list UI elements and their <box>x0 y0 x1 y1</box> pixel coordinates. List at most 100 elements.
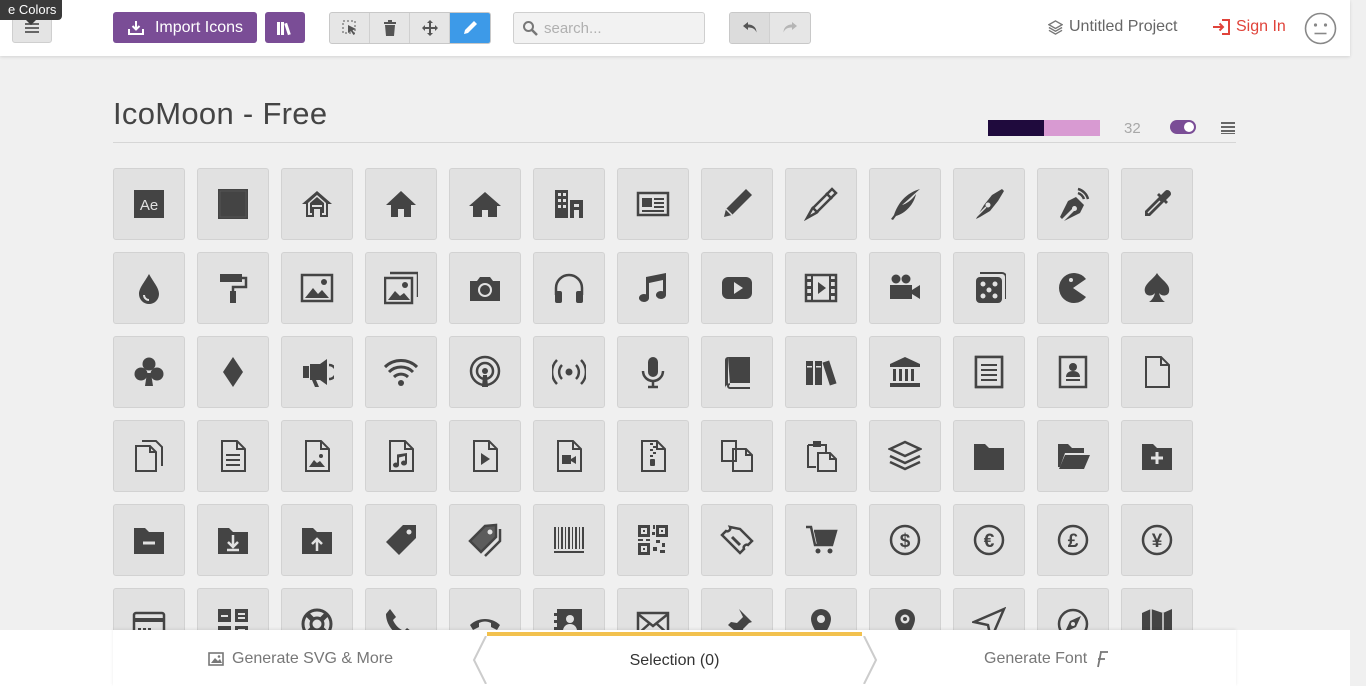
icon-cell[interactable] <box>701 504 773 576</box>
icon-cell[interactable] <box>449 504 521 576</box>
diamonds-icon <box>223 357 243 387</box>
icon-cell[interactable] <box>365 420 437 492</box>
select-tool-button[interactable] <box>330 13 370 43</box>
pencil2-icon <box>804 187 838 221</box>
icon-cell[interactable]: ¥ <box>1121 504 1193 576</box>
library-icon <box>890 357 920 387</box>
redo-button[interactable] <box>770 13 810 43</box>
adobe-ae-icon: Ae <box>134 190 164 218</box>
color-swatch-dark[interactable] <box>988 120 1044 136</box>
icon-cell[interactable] <box>1037 336 1109 408</box>
icon-cell[interactable] <box>365 336 437 408</box>
sign-in-link[interactable]: Sign In <box>1212 18 1286 36</box>
delete-tool-button[interactable] <box>370 13 410 43</box>
generate-svg-label: Generate SVG & More <box>232 650 393 667</box>
icon-cell[interactable] <box>785 504 857 576</box>
icon-cell[interactable] <box>281 252 353 324</box>
edit-tool-button[interactable] <box>450 13 490 43</box>
selection-tab[interactable]: Selection (0) <box>487 632 862 686</box>
icon-cell[interactable]: £ <box>1037 504 1109 576</box>
move-icon <box>421 20 438 36</box>
search-input[interactable] <box>544 19 694 37</box>
icon-cell[interactable] <box>617 420 689 492</box>
file-music-icon <box>389 440 414 472</box>
icon-cell[interactable] <box>701 168 773 240</box>
icon-cell[interactable] <box>449 336 521 408</box>
icon-cell[interactable] <box>869 168 941 240</box>
icon-cell[interactable] <box>281 168 353 240</box>
icon-cell[interactable] <box>953 420 1025 492</box>
icon-cell[interactable] <box>953 252 1025 324</box>
icon-cell[interactable] <box>701 336 773 408</box>
icon-cell[interactable] <box>197 336 269 408</box>
icon-cell[interactable] <box>869 420 941 492</box>
icon-cell[interactable] <box>281 504 353 576</box>
file-zip-icon <box>641 440 666 472</box>
icon-cell[interactable] <box>113 336 185 408</box>
generate-svg-button[interactable]: Generate SVG & More <box>208 650 393 668</box>
icon-cell[interactable]: € <box>953 504 1025 576</box>
set-menu-button[interactable] <box>1221 121 1235 139</box>
image-icon <box>208 652 224 666</box>
icon-cell[interactable] <box>197 420 269 492</box>
icon-cell[interactable] <box>197 252 269 324</box>
icon-cell[interactable] <box>113 252 185 324</box>
icon-cell[interactable] <box>533 420 605 492</box>
icon-cell[interactable] <box>953 336 1025 408</box>
icon-library-button[interactable] <box>265 12 305 43</box>
move-tool-button[interactable] <box>410 13 450 43</box>
icon-cell[interactable] <box>533 168 605 240</box>
folder-upload-icon <box>302 528 332 554</box>
icon-cell[interactable] <box>869 252 941 324</box>
icon-cell[interactable] <box>113 420 185 492</box>
newspaper-icon <box>636 191 670 217</box>
icon-cell[interactable] <box>1121 252 1193 324</box>
icon-cell[interactable] <box>785 420 857 492</box>
icon-cell[interactable] <box>365 252 437 324</box>
icon-cell[interactable] <box>197 504 269 576</box>
icon-cell[interactable] <box>533 252 605 324</box>
icon-cell[interactable] <box>701 252 773 324</box>
generate-font-button[interactable]: Generate Font <box>984 650 1109 668</box>
icon-cell[interactable]: Ae <box>113 168 185 240</box>
icon-cell[interactable] <box>785 336 857 408</box>
icon-cell[interactable] <box>869 336 941 408</box>
icon-cell[interactable] <box>113 504 185 576</box>
icon-cell[interactable]: $ <box>869 504 941 576</box>
icon-cell[interactable] <box>533 504 605 576</box>
icon-cell[interactable] <box>449 168 521 240</box>
icon-cell[interactable] <box>281 336 353 408</box>
set-toggle[interactable] <box>1170 120 1196 134</box>
icon-cell[interactable] <box>617 252 689 324</box>
icon-cell[interactable] <box>785 168 857 240</box>
icon-cell[interactable] <box>533 336 605 408</box>
undo-button[interactable] <box>730 13 770 43</box>
icon-cell[interactable] <box>701 420 773 492</box>
icon-cell[interactable] <box>1037 252 1109 324</box>
color-swatch-pink[interactable] <box>1044 120 1100 136</box>
tool-group <box>329 12 491 44</box>
icon-cell[interactable] <box>1121 168 1193 240</box>
icon-cell[interactable] <box>617 168 689 240</box>
avatar[interactable] <box>1304 12 1337 45</box>
mic-icon <box>641 357 665 389</box>
icon-cell[interactable] <box>449 420 521 492</box>
icon-cell[interactable] <box>1121 420 1193 492</box>
icon-cell[interactable] <box>449 252 521 324</box>
icon-cell[interactable] <box>1037 168 1109 240</box>
icon-cell[interactable] <box>617 336 689 408</box>
import-icons-button[interactable]: Import Icons <box>113 12 257 43</box>
icon-cell[interactable] <box>1037 420 1109 492</box>
icon-cell[interactable] <box>365 504 437 576</box>
icon-cell[interactable] <box>1121 336 1193 408</box>
play-icon <box>722 277 752 299</box>
project-selector[interactable]: Untitled Project <box>1048 18 1178 36</box>
icon-cell[interactable] <box>197 168 269 240</box>
icon-cell[interactable] <box>785 252 857 324</box>
icon-cell[interactable] <box>617 504 689 576</box>
wifi-icon <box>384 359 418 386</box>
icon-cell[interactable] <box>365 168 437 240</box>
icon-cell[interactable] <box>953 168 1025 240</box>
smiley-icon <box>1304 12 1337 45</box>
icon-cell[interactable] <box>281 420 353 492</box>
